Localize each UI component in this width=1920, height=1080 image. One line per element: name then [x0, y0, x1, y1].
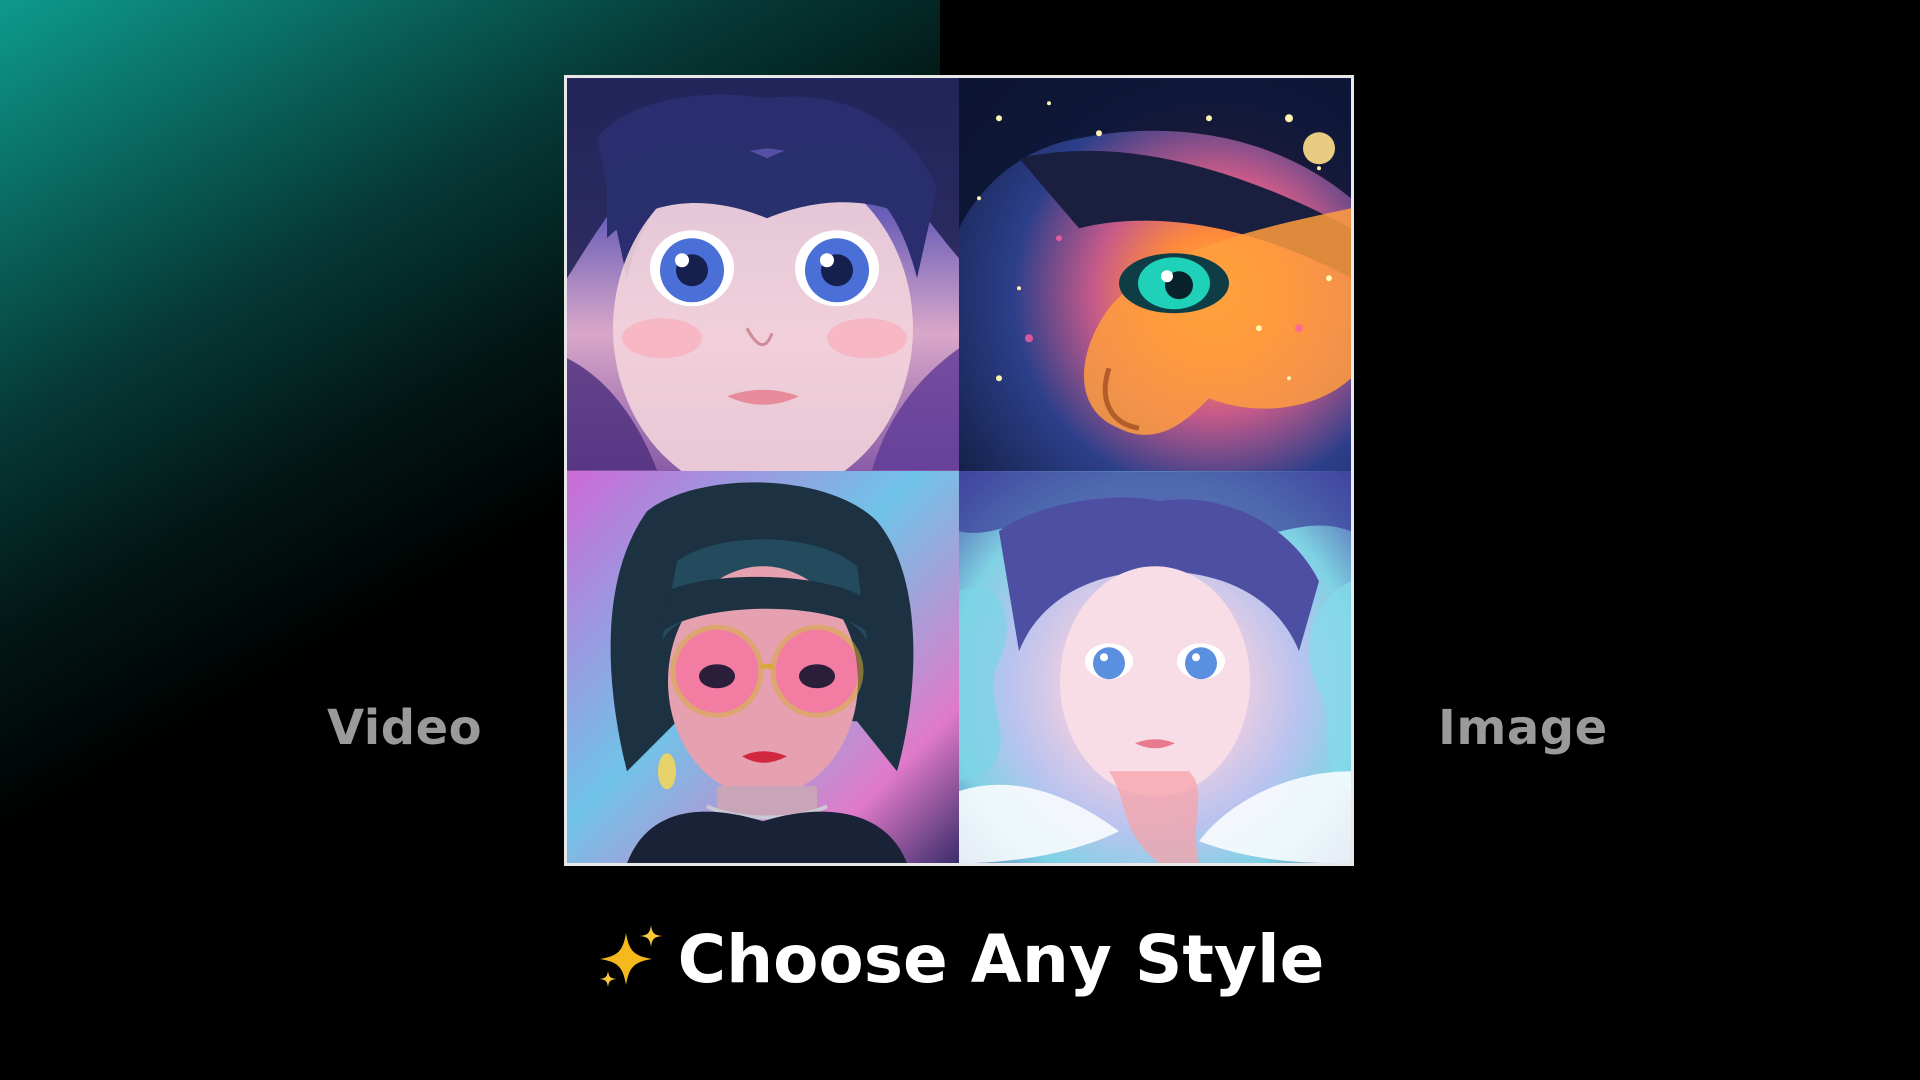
image-label: Image	[1438, 700, 1608, 756]
anime-portrait-image	[567, 78, 959, 471]
style-gallery-grid	[564, 75, 1354, 866]
video-label: Video	[327, 700, 483, 756]
gallery-tile-glasses-girl	[567, 470, 959, 863]
caption-text: Choose Any Style	[677, 921, 1325, 998]
cosmic-profile-image	[959, 78, 1351, 435]
gallery-tile-pastel-smoke	[959, 470, 1351, 863]
sparkles-icon	[599, 924, 662, 987]
glasses-girl-image	[610, 481, 914, 863]
gallery-tile-cosmic-profile	[959, 78, 1351, 471]
video-slide: Video Image Choose Any Style	[0, 0, 1920, 1080]
pastel-smoke-image	[959, 470, 1351, 863]
gallery-tile-anime-portrait	[567, 78, 959, 471]
choose-style-caption: Choose Any Style	[0, 920, 1920, 1000]
